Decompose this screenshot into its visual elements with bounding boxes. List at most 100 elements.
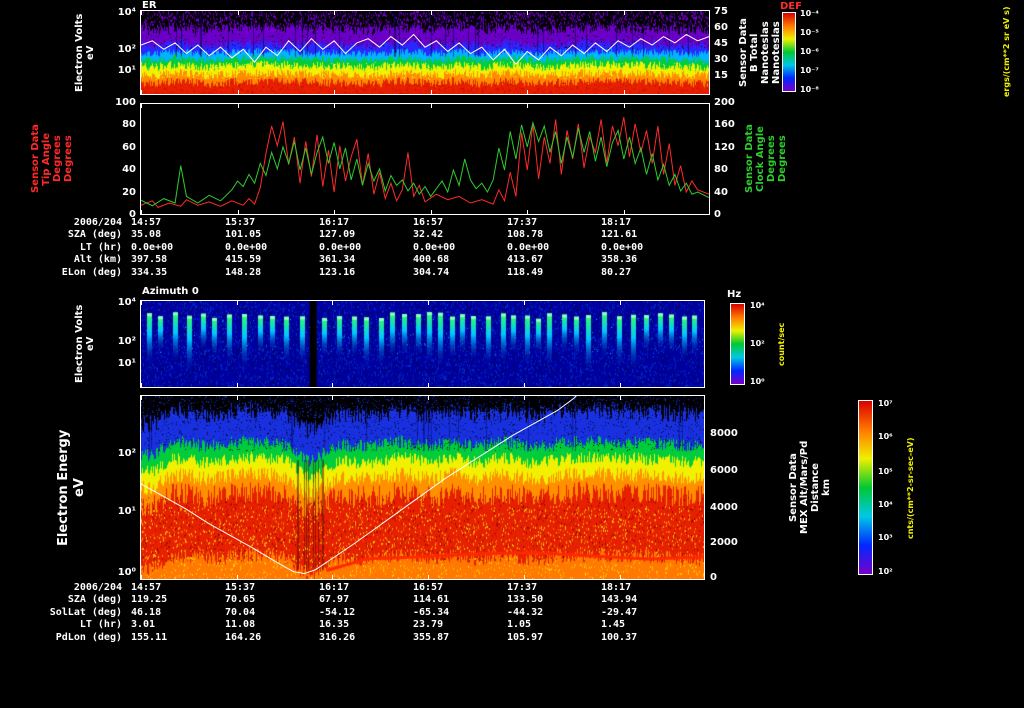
panel3-title: Azimuth 0 bbox=[142, 286, 199, 297]
table-cell: 100.37 bbox=[601, 631, 638, 643]
table-cell: 155.11 bbox=[131, 631, 168, 643]
table-cell: 119.25 bbox=[131, 594, 168, 606]
tick-label: 30 bbox=[714, 54, 728, 66]
tick-label: 75 bbox=[714, 5, 728, 17]
axis-label-line: Degrees bbox=[63, 135, 74, 183]
series-clock-angle bbox=[141, 123, 709, 206]
tick-label: 10⁰ bbox=[117, 566, 136, 578]
panel2-left-tick-labels: 100 80 60 40 20 0 bbox=[100, 98, 136, 220]
tick-label: 10⁻⁷ bbox=[800, 66, 819, 76]
tick-label: 10⁻⁴ bbox=[800, 8, 819, 18]
axis-label-line: eV bbox=[72, 478, 87, 497]
table-row: 2006/204 14:57 15:37 16:17 16:57 17:37 18:17 bbox=[0, 217, 695, 229]
table-cell: 15:37 bbox=[225, 582, 256, 593]
tick-label: 10⁴ bbox=[117, 6, 136, 18]
azimuth-spectrogram-panel bbox=[140, 300, 705, 388]
panel1-left-axis-title: Electron Volts eV bbox=[74, 10, 96, 95]
table-cell: 358.36 bbox=[601, 254, 638, 266]
axis-label-line: eV bbox=[85, 45, 96, 60]
table-cell: 114.61 bbox=[413, 594, 450, 606]
tick-label: 8000 bbox=[710, 427, 738, 439]
axis-label-line: Electron Volts bbox=[74, 304, 85, 384]
axis-label-line: Clock Angle bbox=[755, 126, 766, 192]
table-cell: 14:57 bbox=[131, 582, 162, 593]
table-cell: 16:57 bbox=[413, 582, 444, 593]
axis-label-line: Degrees bbox=[766, 135, 777, 183]
table-cell: 46.18 bbox=[131, 606, 162, 618]
row-label: 2006/204 bbox=[73, 582, 122, 593]
table-cell: 127.09 bbox=[319, 229, 356, 241]
tick-label: 4000 bbox=[710, 501, 738, 513]
tick-label: 10⁻⁸ bbox=[800, 85, 819, 95]
axis-label-line: Sensor Data bbox=[30, 124, 41, 194]
axis-label-line: Tip Angle bbox=[41, 132, 52, 186]
panel1-left-tick-labels: 10⁴ 10² 10¹ bbox=[100, 6, 136, 95]
table-cell: 0.0e+00 bbox=[413, 241, 456, 253]
table-cell: 70.04 bbox=[225, 606, 256, 618]
btotal-line-overlay bbox=[141, 11, 709, 94]
table-cell: 148.28 bbox=[225, 266, 262, 278]
row-label: SZA (deg) bbox=[67, 594, 122, 606]
table-cell: 14:57 bbox=[131, 217, 162, 228]
tick-label: 40 bbox=[714, 186, 728, 198]
angle-lines bbox=[141, 104, 709, 214]
table-cell: 334.35 bbox=[131, 266, 168, 278]
tick-label: 10² bbox=[878, 566, 893, 576]
tick-label: 80 bbox=[714, 164, 728, 176]
table-cell: 123.16 bbox=[319, 266, 356, 278]
table-row: SZA (deg) 119.25 70.65 67.97 114.61 133.50 143… bbox=[0, 594, 695, 606]
table-cell: 17:37 bbox=[507, 217, 538, 228]
axis-label-line: Degrees bbox=[777, 135, 788, 183]
table-cell: 80.27 bbox=[601, 266, 632, 278]
tick-label: 10⁴ bbox=[117, 296, 136, 308]
tick-label: 6000 bbox=[710, 464, 738, 476]
distance-line-overlay bbox=[141, 396, 704, 579]
row-label: SZA (deg) bbox=[67, 229, 122, 241]
axis-label-line: Sensor Data bbox=[788, 453, 799, 522]
angle-line-panel bbox=[140, 103, 710, 215]
tick-label: 0 bbox=[710, 572, 717, 584]
table-row: SolLat (deg) 46.18 70.04 -54.12 -65.34 -44.32… bbox=[0, 607, 695, 619]
energy-spectrogram-panel bbox=[140, 395, 705, 580]
colorbar3-unit-label: cnts/(cm**2-sr-sec-eV) bbox=[906, 398, 916, 578]
tick-label: 10² bbox=[117, 336, 136, 348]
table-cell: 16:17 bbox=[319, 582, 350, 593]
series-b-total bbox=[141, 34, 709, 64]
table-cell: 164.26 bbox=[225, 631, 262, 643]
table-cell: 0.0e+00 bbox=[319, 241, 362, 253]
tick-label: 100 bbox=[115, 97, 136, 108]
panel4-left-tick-labels: 10² 10¹ 10⁰ bbox=[100, 395, 136, 580]
table-cell: 16.35 bbox=[319, 619, 350, 631]
table-cell: 15:37 bbox=[225, 217, 256, 228]
panel4-right-tick-labels: 8000 6000 4000 2000 0 bbox=[710, 395, 746, 584]
er-spectrogram-panel bbox=[140, 10, 710, 95]
panel4-left-axis-title: Electron Energy eV bbox=[56, 395, 88, 580]
row-label: 2006/204 bbox=[73, 217, 122, 228]
table-cell: -29.47 bbox=[601, 606, 638, 618]
axis-label-line: Nanoteslas bbox=[760, 21, 771, 85]
colorbar3-unit-text: cnts/(cm**2-sr-sec-eV) bbox=[906, 437, 915, 539]
row-label: Alt (km) bbox=[73, 254, 122, 266]
axis-label-line: MEX Alt/Mars/Pd bbox=[799, 440, 810, 535]
tick-label: 10² bbox=[117, 43, 136, 55]
row-label: LT (hr) bbox=[79, 619, 122, 631]
colorbar2-tick-labels: 10⁴ 10² 10⁰ bbox=[750, 301, 776, 385]
tick-label: 10⁶ bbox=[878, 431, 893, 441]
axis-label-line: Sensor Data bbox=[744, 124, 755, 194]
row-label: PdLon (deg) bbox=[55, 631, 122, 643]
tick-label: 40 bbox=[122, 164, 136, 176]
tick-label: 10¹ bbox=[117, 505, 136, 517]
table-row: LT (hr) 0.0e+00 0.0e+00 0.0e+00 0.0e+00 0.0e+… bbox=[0, 242, 695, 254]
tick-label: 20 bbox=[122, 186, 136, 198]
panel4-right-axis-title: Sensor Data MEX Alt/Mars/Pd Distance km bbox=[788, 395, 832, 580]
table-row: LT (hr) 3.01 11.08 16.35 23.79 1.05 1.45 bbox=[0, 619, 695, 631]
table-row: Alt (km) 397.58 415.59 361.34 400.68 413.67 35… bbox=[0, 254, 695, 266]
table-cell: 70.65 bbox=[225, 594, 256, 606]
tick-label: 15 bbox=[714, 70, 728, 82]
colorbar2-unit-label: count/sec bbox=[777, 300, 787, 388]
tick-label: 10⁴ bbox=[878, 500, 893, 509]
colorbar3-tick-labels: 10⁷ 10⁶ 10⁵ 10⁴ 10³ 10² bbox=[878, 399, 904, 576]
table-row: 2006/204 14:57 15:37 16:17 16:57 17:37 18:17 bbox=[0, 582, 695, 594]
tick-label: 10⁴ bbox=[750, 301, 765, 311]
table-cell: 304.74 bbox=[413, 266, 450, 278]
